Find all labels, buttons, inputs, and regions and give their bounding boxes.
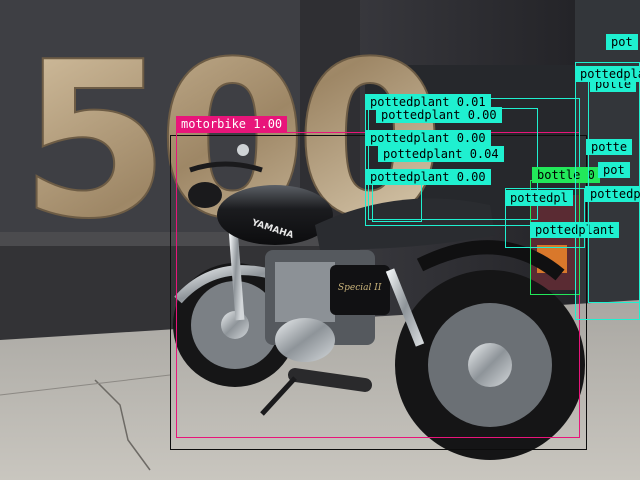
pottedplant-label-9: potte xyxy=(586,139,633,155)
pottedplant-label-11: pot xyxy=(606,34,638,50)
pottedplant-label-13: pottedplant xyxy=(575,66,640,82)
side-badge: Special II xyxy=(338,283,382,293)
pottedplant-label-4: pottedplant 0.04 xyxy=(378,146,504,162)
exhaust xyxy=(288,368,372,392)
front-hub xyxy=(221,311,249,339)
pottedplant-label-7: pottedplant xyxy=(530,222,620,238)
motorbike-label: motorbike 1.00 xyxy=(176,116,288,132)
pottedplant-label-12: pot xyxy=(598,162,630,178)
headlight xyxy=(188,182,222,208)
pottedplant-label-2: pottedplant 0.00 xyxy=(376,107,502,123)
pottedplant-label-5: pottedplant 0.00 xyxy=(365,169,491,185)
pottedplant-label-6: pottedpl xyxy=(505,190,573,206)
detection-image: 500 Special II YAMAHA motorbike 1.00 pot… xyxy=(0,0,640,480)
pottedplant-label-10: pottedpl xyxy=(585,186,640,202)
engine-fins xyxy=(275,262,335,322)
pottedplant-label-3: pottedplant 0.00 xyxy=(365,130,491,146)
fuel-tank xyxy=(217,185,333,245)
engine-cover xyxy=(275,318,335,362)
photo-scene: 500 Special II YAMAHA xyxy=(0,0,640,480)
rear-hub xyxy=(468,343,512,387)
mirror xyxy=(237,144,249,156)
bottle-label: bottle 0 xyxy=(532,167,600,183)
